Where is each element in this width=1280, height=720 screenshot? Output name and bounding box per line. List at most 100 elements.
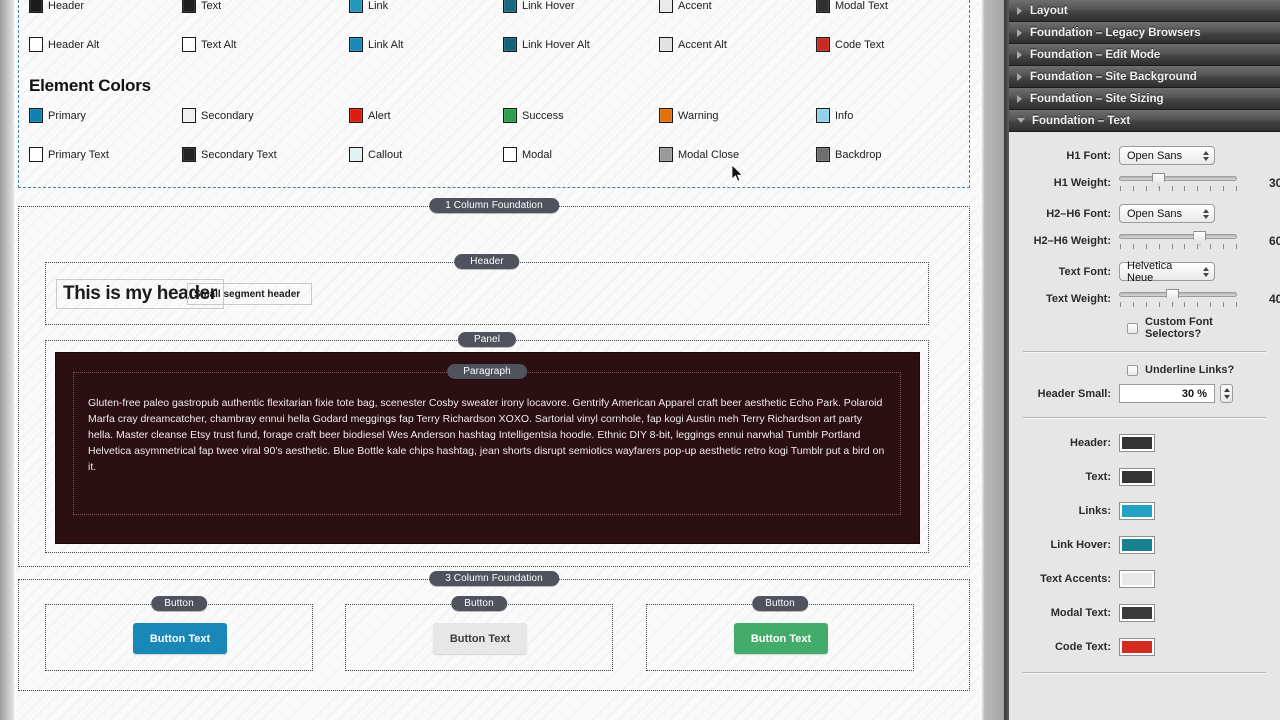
header-group[interactable]: Header This is my header Small segment h…	[45, 254, 929, 325]
chevron-down-icon	[1017, 118, 1025, 123]
slider-h1-weight[interactable]	[1119, 172, 1237, 194]
swatch-modal-close[interactable]: Modal Close	[659, 147, 739, 162]
stepper-header-small[interactable]	[1220, 384, 1233, 403]
value-h1-weight: 300	[1268, 176, 1280, 190]
color-well-link-hover[interactable]	[1119, 536, 1155, 554]
swatch-label: Info	[835, 109, 854, 122]
button-column-3[interactable]: Button Button Text	[646, 596, 914, 671]
slider-h2h6-weight[interactable]	[1119, 230, 1237, 252]
swatch-callout[interactable]: Callout	[349, 147, 402, 162]
label-h1-font: H1 Font:	[1066, 149, 1111, 162]
label-color-modal-text: Modal Text:	[1050, 607, 1111, 619]
swatch-secondary[interactable]: Secondary	[182, 108, 254, 123]
color-well-code-text[interactable]	[1119, 638, 1155, 656]
button-success[interactable]: Button Text	[734, 623, 828, 654]
inspector-section-site-background[interactable]: Foundation – Site Background	[1009, 66, 1280, 88]
swatch-accent[interactable]: Accent	[659, 0, 712, 13]
color-chip	[29, 108, 43, 123]
swatch-label: Accent	[678, 0, 712, 12]
color-chip	[182, 0, 196, 13]
swatch-accent-alt[interactable]: Accent Alt	[659, 37, 727, 52]
one-column-foundation-group[interactable]: 1 Column Foundation Header This is my he…	[18, 198, 970, 567]
inspector-section-legacy-browsers[interactable]: Foundation – Legacy Browsers	[1009, 22, 1280, 44]
select-text-font[interactable]: Helvetica Neue	[1119, 260, 1215, 284]
select-h1-font[interactable]: Open Sans	[1119, 146, 1215, 165]
checkbox-row-underline-links[interactable]: Underline Links?	[1127, 364, 1270, 376]
inspector-section-layout[interactable]: Layout	[1009, 0, 1280, 22]
swatch-primary-text[interactable]: Primary Text	[29, 147, 109, 162]
color-chip	[29, 0, 43, 13]
swatch-backdrop[interactable]: Backdrop	[816, 147, 881, 162]
inspector-section-edit-mode[interactable]: Foundation – Edit Mode	[1009, 44, 1280, 66]
swatch-secondary-text[interactable]: Secondary Text	[182, 147, 277, 162]
slider-text-weight[interactable]	[1119, 288, 1237, 310]
row-color-header: Header:	[1019, 434, 1270, 452]
swatch-success[interactable]: Success	[503, 108, 564, 123]
theme-colors-group: Header Text Link Link Hover Accent Modal…	[18, 0, 970, 188]
color-chip	[816, 108, 830, 123]
swatch-link-hover-alt[interactable]: Link Hover Alt	[503, 37, 590, 52]
swatch-header-alt[interactable]: Header Alt	[29, 37, 99, 52]
select-h2h6-font[interactable]: Open Sans	[1119, 204, 1215, 223]
section-badge-3col: 3 Column Foundation	[429, 571, 559, 586]
swatch-modal-text[interactable]: Modal Text	[816, 0, 888, 13]
row-color-text: Text:	[1019, 468, 1270, 486]
section-title: Foundation – Site Background	[1030, 70, 1197, 83]
swatch-label: Text	[201, 0, 222, 12]
canvas-scrollbar[interactable]	[980, 0, 1006, 720]
swatch-label: Link Alt	[368, 38, 404, 51]
swatch-link-alt[interactable]: Link Alt	[349, 37, 403, 52]
color-well-links[interactable]	[1119, 502, 1155, 520]
button-primary[interactable]: Button Text	[133, 623, 227, 654]
stepper-down-icon[interactable]	[1223, 394, 1230, 399]
header-small-box[interactable]: Small segment header	[187, 283, 312, 305]
section-badge-button-3: Button	[752, 596, 808, 611]
row-color-text-accents: Text Accents:	[1019, 570, 1270, 588]
text-settings-body: H1 Font: Open Sans H1 Weight: 300	[1009, 132, 1280, 673]
color-well-header[interactable]	[1119, 434, 1155, 452]
paragraph-group[interactable]: Paragraph Gluten-free paleo gastropub au…	[73, 364, 901, 515]
checkbox-custom-font-selectors[interactable]	[1127, 322, 1138, 334]
color-well-text[interactable]	[1119, 468, 1155, 486]
swatch-text-alt[interactable]: Text Alt	[182, 37, 236, 52]
row-color-link-hover: Link Hover:	[1019, 536, 1270, 554]
color-chip	[816, 0, 830, 13]
button-column-2[interactable]: Button Button Text	[345, 596, 613, 671]
swatch-alert[interactable]: Alert	[349, 108, 391, 123]
color-chip	[349, 37, 363, 52]
color-well-text-accents[interactable]	[1119, 570, 1155, 588]
swatch-modal[interactable]: Modal	[503, 147, 552, 162]
checkbox-underline-links[interactable]	[1127, 364, 1138, 376]
swatch-info[interactable]: Info	[816, 108, 853, 123]
app-window: Header Text Link Link Hover Accent Modal…	[0, 0, 1280, 720]
value-h2h6-weight: 600	[1268, 234, 1280, 248]
swatch-link-hover[interactable]: Link Hover	[503, 0, 575, 13]
row-h2h6-font: H2–H6 Font: Open Sans	[1019, 204, 1270, 223]
button-column-1[interactable]: Button Button Text	[45, 596, 313, 671]
input-header-small[interactable]: 30 %	[1119, 384, 1215, 403]
value-text-weight: 400	[1268, 292, 1280, 306]
select-value: Open Sans	[1127, 207, 1183, 220]
inspector-section-text[interactable]: Foundation – Text	[1009, 110, 1280, 132]
section-badge-paragraph: Paragraph	[447, 364, 527, 379]
swatch-link[interactable]: Link	[349, 0, 388, 13]
swatch-warning[interactable]: Warning	[659, 108, 719, 123]
preview-canvas[interactable]: Header Text Link Link Hover Accent Modal…	[14, 0, 980, 720]
color-well-modal-text[interactable]	[1119, 604, 1155, 622]
swatch-primary[interactable]: Primary	[29, 108, 86, 123]
stepper-up-icon[interactable]	[1223, 388, 1230, 393]
panel-block[interactable]: Paragraph Gluten-free paleo gastropub au…	[55, 352, 920, 544]
inspector-section-site-sizing[interactable]: Foundation – Site Sizing	[1009, 88, 1280, 110]
row-h2h6-weight: H2–H6 Weight: 600	[1019, 230, 1280, 252]
checkbox-row-custom-font-selectors[interactable]: Custom Font Selectors?	[1127, 316, 1270, 340]
swatch-text[interactable]: Text	[182, 0, 221, 13]
color-chip	[503, 108, 517, 123]
swatch-label: Primary Text	[48, 148, 109, 161]
swatch-header[interactable]: Header	[29, 0, 84, 13]
swatch-code-text[interactable]: Code Text	[816, 37, 884, 52]
color-chip	[659, 147, 673, 162]
label-color-links: Links:	[1078, 505, 1111, 517]
three-column-foundation-group[interactable]: 3 Column Foundation Button Button Text B…	[18, 571, 970, 691]
panel-group[interactable]: Panel Paragraph Gluten-free paleo gastro…	[45, 332, 929, 553]
button-secondary[interactable]: Button Text	[433, 623, 527, 654]
